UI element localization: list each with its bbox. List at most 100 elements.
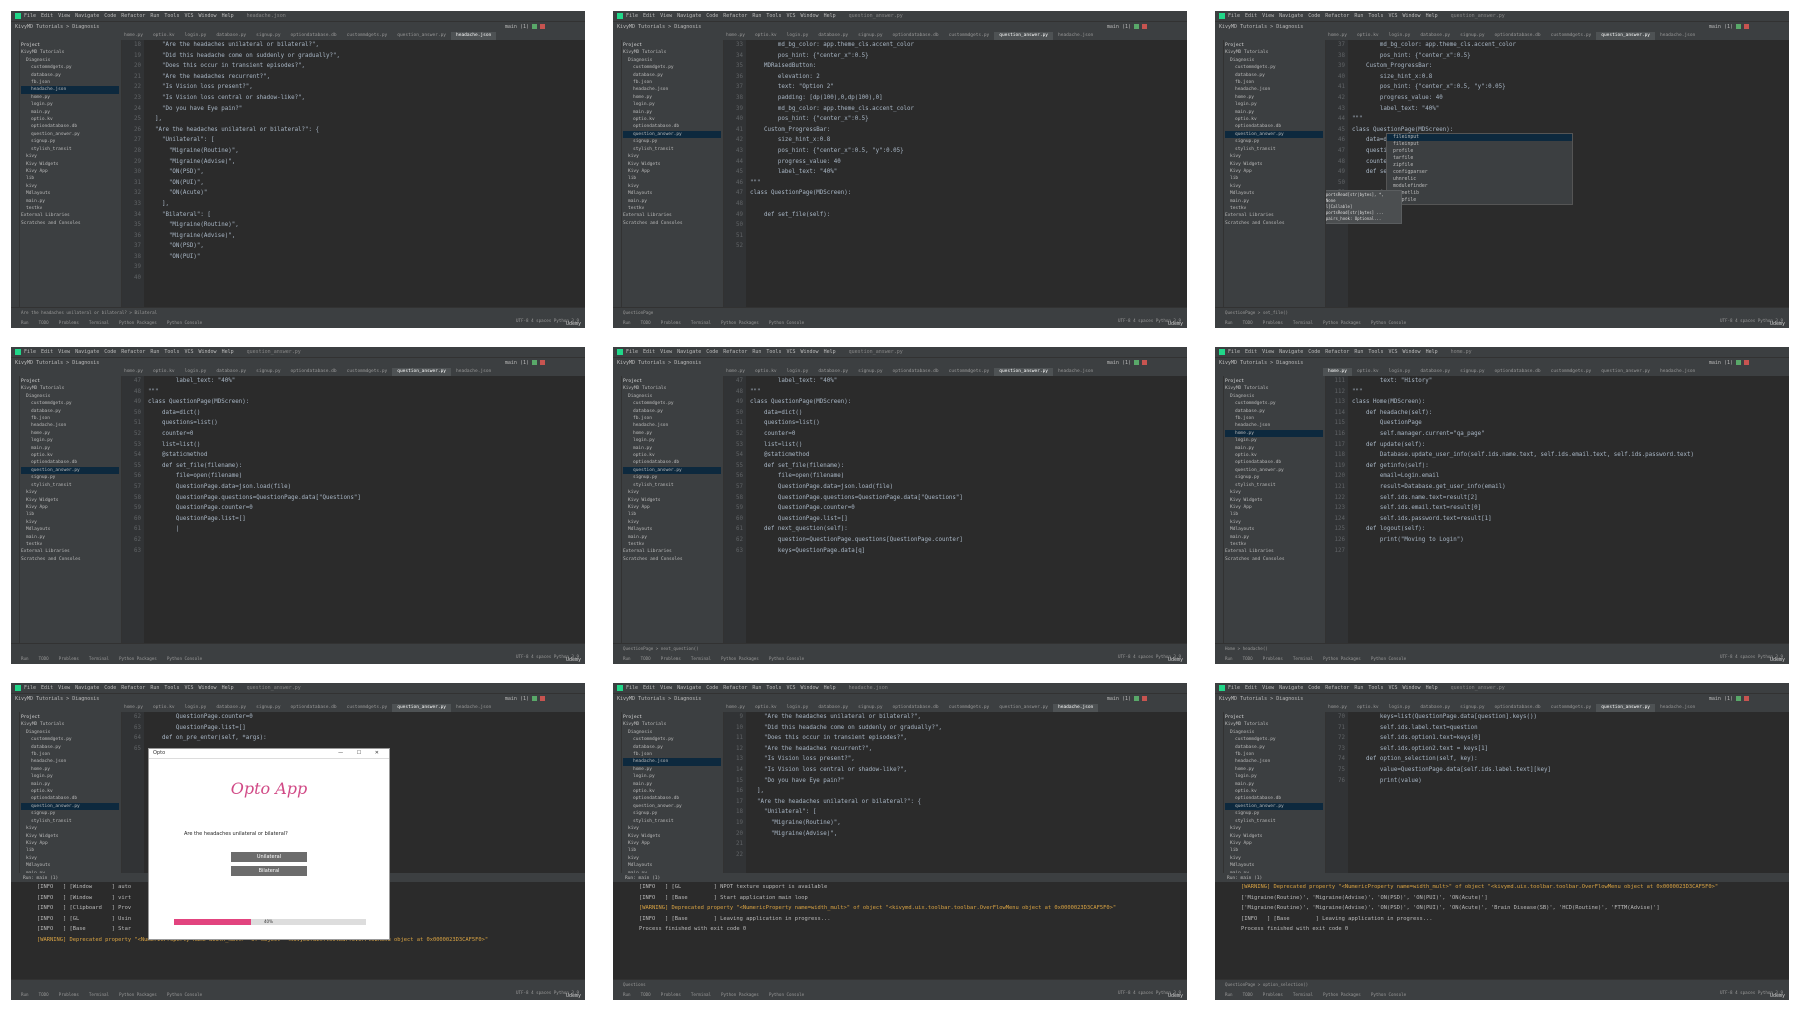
tree-item[interactable]: Mdlayouts (21, 862, 119, 869)
menu-view[interactable]: View (1262, 13, 1274, 19)
tree-item[interactable]: Kivy App (1225, 840, 1323, 847)
code-line[interactable]: "Do you have Eye pain?" (148, 104, 581, 115)
tree-item[interactable]: lib (623, 511, 721, 518)
tab-home-py[interactable]: home.py (1323, 368, 1352, 376)
code-line[interactable]: QuestionPage.questions=QuestionPage.data… (148, 493, 581, 504)
tree-item[interactable]: lib (623, 847, 721, 854)
tree-item[interactable]: main.py (623, 445, 721, 452)
menu-view[interactable]: View (660, 685, 672, 691)
project-label[interactable]: Project (1225, 714, 1323, 721)
menu-help[interactable]: Help (824, 13, 836, 19)
menu-window[interactable]: Window (199, 685, 217, 691)
tree-item[interactable]: database.py (623, 72, 721, 79)
tool-tab[interactable]: Terminal (1293, 992, 1313, 997)
code-line[interactable]: "Are the headaches recurrent?", (148, 72, 581, 83)
tree-item[interactable]: optiondatabase.db (21, 795, 119, 802)
tab-headache-json[interactable]: headache.json (451, 32, 497, 40)
tree-item[interactable]: kivy (21, 153, 119, 160)
run-icon[interactable] (1134, 360, 1139, 365)
tree-item[interactable]: Kivy Widgets (21, 497, 119, 504)
menu-tools[interactable]: Tools (766, 349, 781, 355)
code-line[interactable]: result=Database.get_user_info(email) (1352, 482, 1785, 493)
breadcrumb-folder[interactable]: Diagnosis (72, 696, 99, 702)
tab-question_answer-py[interactable]: question_answer.py (1596, 704, 1656, 712)
tool-tab[interactable]: Terminal (89, 656, 109, 661)
tree-item[interactable]: signup.py (623, 810, 721, 817)
menu-window[interactable]: Window (801, 13, 819, 19)
tab-optiondatabase-db[interactable]: optiondatabase.db (888, 32, 944, 40)
tree-item[interactable]: Kivy Widgets (1225, 833, 1323, 840)
code-line[interactable]: label_text: "40%" (750, 376, 1183, 387)
menu-navigate[interactable]: Navigate (1279, 13, 1303, 19)
tool-tab[interactable]: Run (21, 320, 29, 325)
code-line[interactable]: "Are the headaches unilateral or bilater… (148, 40, 581, 51)
code-line[interactable]: label_text: "40%" (750, 167, 1183, 178)
tree-item[interactable]: login.py (623, 773, 721, 780)
tree-item[interactable]: Scratches and Consoles (623, 220, 721, 227)
menu-vcs[interactable]: VCS (1388, 349, 1397, 355)
tree-item[interactable]: login.py (623, 101, 721, 108)
menu-navigate[interactable]: Navigate (1279, 685, 1303, 691)
code-line[interactable]: progress_value: 40 (1352, 93, 1785, 104)
code-line[interactable]: size_hint_x:0.8 (1352, 72, 1785, 83)
tree-item[interactable]: optio.kv (623, 788, 721, 795)
tab-home-py[interactable]: home.py (119, 32, 148, 40)
tab-login-py[interactable]: login.py (1384, 32, 1416, 40)
tab-home-py[interactable]: home.py (721, 32, 750, 40)
menu-window[interactable]: Window (199, 13, 217, 19)
project-label[interactable]: Project (623, 378, 721, 385)
stop-icon[interactable] (1142, 360, 1147, 365)
tool-strip[interactable] (1215, 40, 1224, 308)
tree-item[interactable]: optiondatabase.db (21, 123, 119, 130)
tree-item[interactable]: testkv (21, 205, 119, 212)
tree-item[interactable]: Kivy Widgets (623, 161, 721, 168)
tree-item[interactable]: Diagnosis (623, 57, 721, 64)
tab-signup-py[interactable]: signup.py (853, 368, 887, 376)
autocomplete-item[interactable]: telnetlib (1387, 190, 1572, 197)
tree-item[interactable]: kivy (1225, 183, 1323, 190)
code-line[interactable]: QuestionPage.list=[] (148, 514, 581, 525)
breadcrumb[interactable]: KivyMD Tutorials (617, 360, 665, 366)
menu-code[interactable]: Code (1308, 349, 1320, 355)
tree-item[interactable]: custommdgets.py (21, 400, 119, 407)
menu-code[interactable]: Code (1308, 13, 1320, 19)
code-content[interactable]: QuestionPage.counter=0 QuestionPage.list… (148, 712, 581, 744)
tree-item[interactable]: main.py (21, 198, 119, 205)
stop-icon[interactable] (540, 696, 545, 701)
code-line[interactable]: @staticmethod (750, 450, 1183, 461)
tree-item[interactable]: kivy (623, 519, 721, 526)
tree-item[interactable]: Kivy Widgets (623, 833, 721, 840)
code-line[interactable]: QuestionPage.counter=0 (148, 712, 581, 723)
tree-item[interactable]: KivyMD Tutorials (21, 49, 119, 56)
tab-login-py[interactable]: login.py (1384, 704, 1416, 712)
code-line[interactable]: "ON(Acute)" (148, 188, 581, 199)
menu-tools[interactable]: Tools (1368, 349, 1383, 355)
run-icon[interactable] (532, 696, 537, 701)
code-line[interactable]: ], (750, 786, 1183, 797)
menu-code[interactable]: Code (706, 13, 718, 19)
tool-tab[interactable]: Run (623, 656, 631, 661)
menu-help[interactable]: Help (824, 685, 836, 691)
tree-item[interactable]: Kivy App (21, 840, 119, 847)
tree-item[interactable]: Diagnosis (21, 57, 119, 64)
tool-tab[interactable]: Python Packages (119, 656, 157, 661)
menu-vcs[interactable]: VCS (786, 349, 795, 355)
tree-item[interactable]: kivy (623, 825, 721, 832)
tool-tab[interactable]: Python Console (1371, 656, 1406, 661)
project-label[interactable]: Project (21, 42, 119, 49)
tool-tab[interactable]: TODO (641, 320, 651, 325)
tool-tab[interactable]: Terminal (691, 320, 711, 325)
tab-database-py[interactable]: database.py (1415, 704, 1455, 712)
tree-item[interactable]: signup.py (1225, 138, 1323, 145)
menu-window[interactable]: Window (1403, 349, 1421, 355)
tree-item[interactable]: fb.json (21, 79, 119, 86)
tab-question_answer-py[interactable]: question_answer.py (392, 368, 452, 376)
tree-item[interactable]: main.py (623, 198, 721, 205)
run-window[interactable]: Run: main (1) [WARNING] Deprecated proper… (1215, 873, 1789, 980)
tree-item[interactable]: home.py (1225, 429, 1323, 438)
menu-tools[interactable]: Tools (164, 685, 179, 691)
tree-item[interactable]: testkv (623, 205, 721, 212)
tree-item[interactable]: Kivy App (623, 840, 721, 847)
tree-item[interactable]: main.py (1225, 109, 1323, 116)
code-line[interactable]: "Does this occur in transient episodes?"… (750, 733, 1183, 744)
